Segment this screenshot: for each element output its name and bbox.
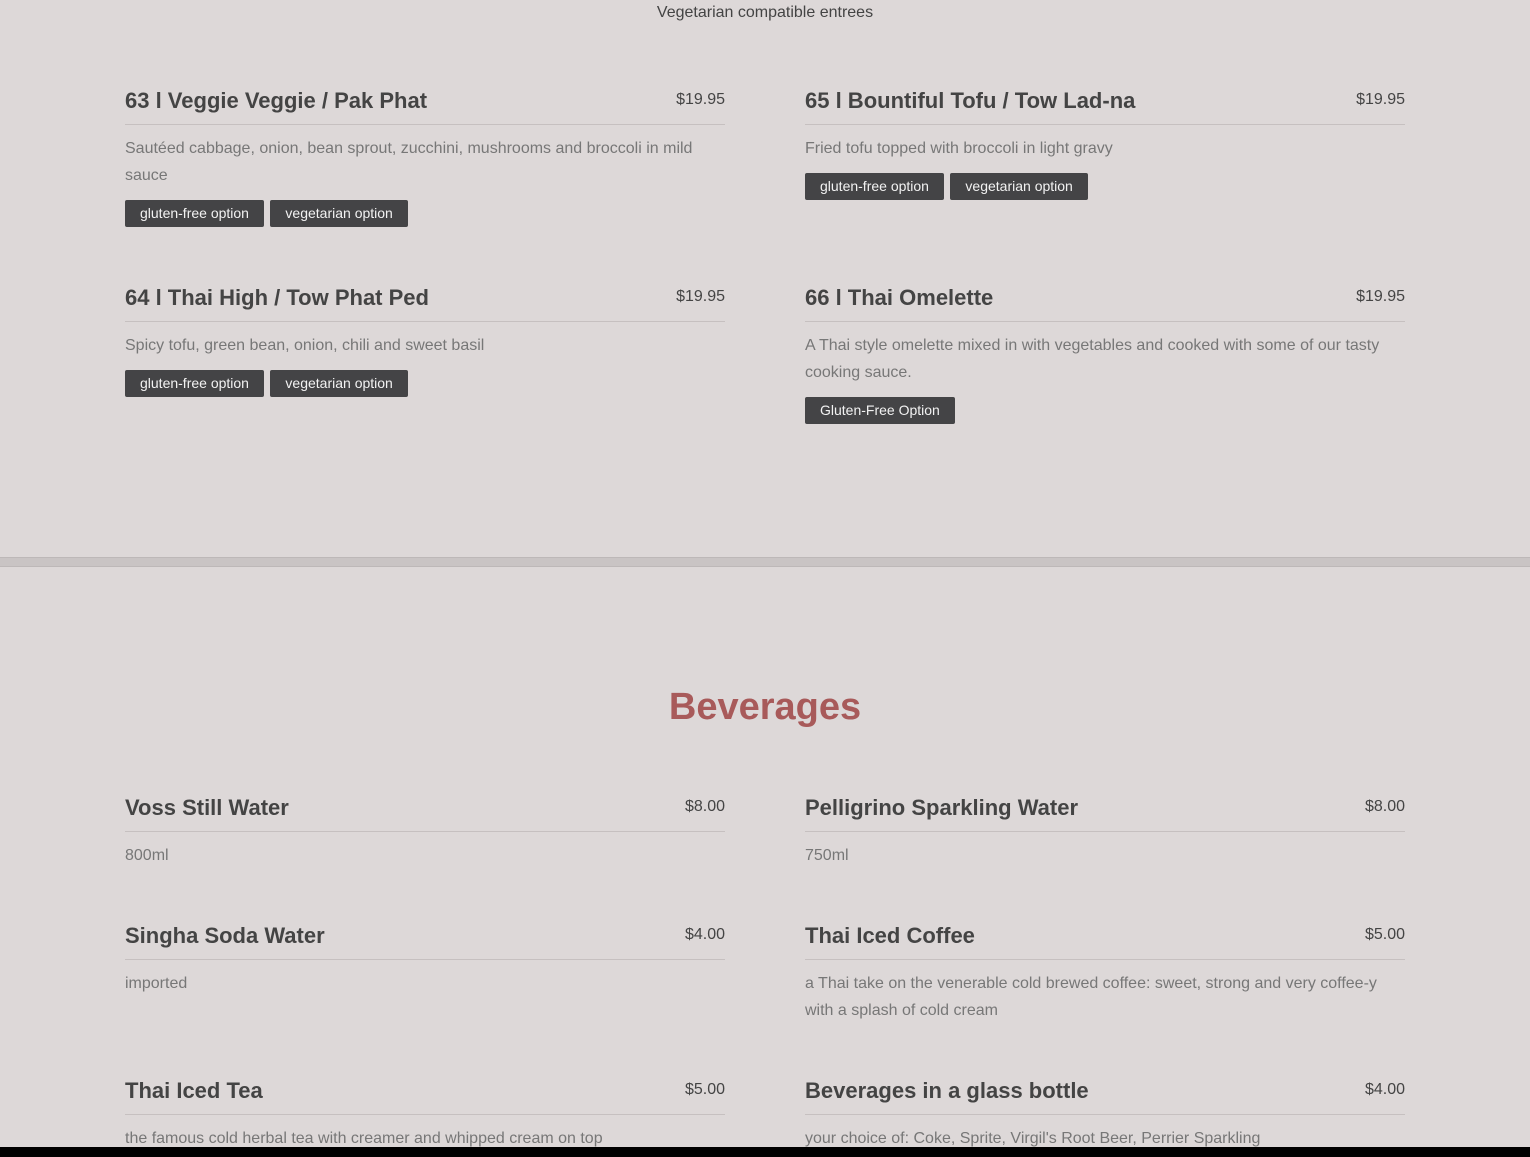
menu-item-price: $4.00 xyxy=(684,926,725,943)
menu-item-description: 750ml xyxy=(805,847,849,864)
vegetarian-tag[interactable]: vegetarian option xyxy=(270,370,408,397)
vegetarian-tag[interactable]: vegetarian option xyxy=(270,200,408,227)
menu-item-price: $5.00 xyxy=(684,1081,725,1098)
menu-item-thai-iced-tea: Thai Iced Tea $5.00 the famous cold herb… xyxy=(125,1077,725,1152)
menu-item-header: Beverages in a glass bottle $4.00 xyxy=(805,1077,1405,1115)
section-title-beverages: Beverages xyxy=(668,686,862,728)
menu-item-header: 66 l Thai Omelette $19.95 xyxy=(805,284,1405,322)
menu-item-price: $19.95 xyxy=(676,91,725,108)
menu-item-description: a Thai take on the venerable cold brewed… xyxy=(805,975,1377,1019)
menu-item-header: 64 l Thai High / Tow Phat Ped $19.95 xyxy=(125,284,725,322)
menu-item-name: 66 l Thai Omelette xyxy=(805,285,994,310)
menu-item-price: $19.95 xyxy=(1356,288,1405,305)
menu-item-header: Thai Iced Coffee $5.00 xyxy=(805,922,1405,960)
menu-item-name: Pelligrino Sparkling Water xyxy=(805,795,1079,820)
gluten-free-tag[interactable]: gluten-free option xyxy=(125,370,264,397)
menu-item-description: 800ml xyxy=(125,847,169,864)
menu-item-name: Voss Still Water xyxy=(125,795,289,820)
section-subtitle: Vegetarian compatible entrees xyxy=(656,4,874,21)
menu-item-name: 64 l Thai High / Tow Phat Ped xyxy=(125,285,429,310)
menu-item-name: Singha Soda Water xyxy=(125,923,325,948)
gluten-free-tag[interactable]: gluten-free option xyxy=(125,200,264,227)
menu-item-tags: gluten-free option vegetarian option xyxy=(125,200,725,227)
menu-item-thai-omelette: 66 l Thai Omelette $19.95 A Thai style o… xyxy=(805,284,1405,424)
menu-item-veggie-veggie: 63 l Veggie Veggie / Pak Phat $19.95 Sau… xyxy=(125,87,725,227)
bottom-edge-bar xyxy=(0,1147,1530,1157)
vegetarian-tag[interactable]: vegetarian option xyxy=(950,173,1088,200)
menu-item-header: 63 l Veggie Veggie / Pak Phat $19.95 xyxy=(125,87,725,125)
menu-item-price: $19.95 xyxy=(676,288,725,305)
menu-item-singha-soda-water: Singha Soda Water $4.00 imported xyxy=(125,922,725,997)
gluten-free-tag[interactable]: Gluten-Free Option xyxy=(805,397,955,424)
menu-item-glass-bottle-beverages: Beverages in a glass bottle $4.00 your c… xyxy=(805,1077,1405,1152)
menu-item-tags: gluten-free option vegetarian option xyxy=(125,370,725,397)
menu-item-bountiful-tofu: 65 l Bountiful Tofu / Tow Lad-na $19.95 … xyxy=(805,87,1405,200)
menu-item-description: Sautéed cabbage, onion, bean sprout, zuc… xyxy=(125,140,693,184)
menu-item-header: Pelligrino Sparkling Water $8.00 xyxy=(805,794,1405,832)
section-divider xyxy=(0,557,1530,567)
menu-item-description: A Thai style omelette mixed in with vege… xyxy=(805,337,1380,381)
menu-item-price: $8.00 xyxy=(684,798,725,815)
menu-item-voss-still-water: Voss Still Water $8.00 800ml xyxy=(125,794,725,869)
menu-item-header: Singha Soda Water $4.00 xyxy=(125,922,725,960)
menu-item-name: 65 l Bountiful Tofu / Tow Lad-na xyxy=(805,88,1136,113)
menu-item-price: $19.95 xyxy=(1356,91,1405,108)
menu-item-description: imported xyxy=(125,975,188,992)
menu-item-pelligrino-sparkling-water: Pelligrino Sparkling Water $8.00 750ml xyxy=(805,794,1405,869)
menu-item-name: Thai Iced Coffee xyxy=(805,923,975,948)
menu-item-header: 65 l Bountiful Tofu / Tow Lad-na $19.95 xyxy=(805,87,1405,125)
menu-item-description: Spicy tofu, green bean, onion, chili and… xyxy=(125,337,485,354)
menu-item-header: Voss Still Water $8.00 xyxy=(125,794,725,832)
menu-item-thai-iced-coffee: Thai Iced Coffee $5.00 a Thai take on th… xyxy=(805,922,1405,1024)
menu-item-name: Beverages in a glass bottle xyxy=(805,1078,1089,1103)
menu-item-header: Thai Iced Tea $5.00 xyxy=(125,1077,725,1115)
gluten-free-tag[interactable]: gluten-free option xyxy=(805,173,944,200)
menu-item-description: Fried tofu topped with broccoli in light… xyxy=(805,140,1113,157)
menu-item-name: 63 l Veggie Veggie / Pak Phat xyxy=(125,88,428,113)
menu-item-name: Thai Iced Tea xyxy=(125,1078,263,1103)
menu-item-price: $4.00 xyxy=(1364,1081,1405,1098)
menu-item-thai-high: 64 l Thai High / Tow Phat Ped $19.95 Spi… xyxy=(125,284,725,397)
menu-item-price: $5.00 xyxy=(1364,926,1405,943)
menu-item-tags: Gluten-Free Option xyxy=(805,397,1405,424)
menu-item-price: $8.00 xyxy=(1364,798,1405,815)
menu-item-tags: gluten-free option vegetarian option xyxy=(805,173,1405,200)
